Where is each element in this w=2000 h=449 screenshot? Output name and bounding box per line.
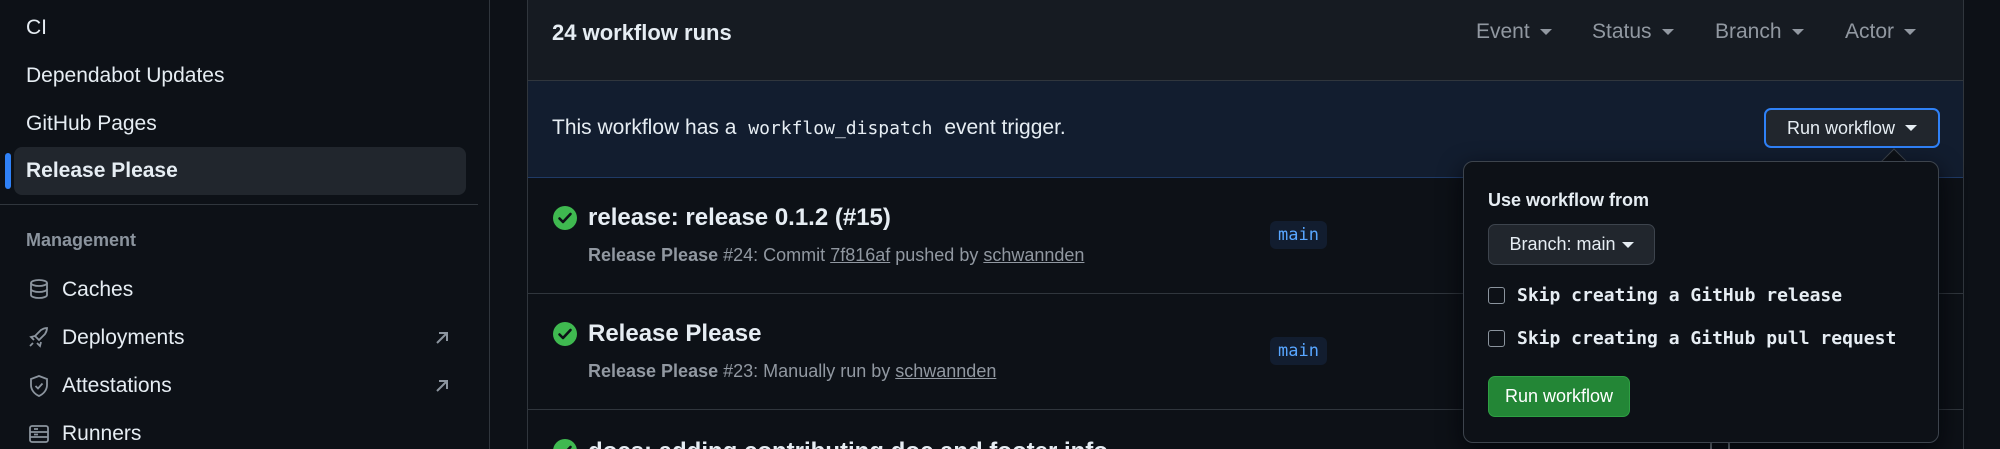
- sidebar-item-attestations[interactable]: Attestations: [14, 362, 466, 410]
- active-indicator: [5, 153, 11, 189]
- sidebar-item-deployments[interactable]: Deployments: [14, 314, 466, 362]
- sidebar-heading-management: Management: [26, 230, 137, 250]
- sidebar-item-github-pages[interactable]: GitHub Pages: [14, 100, 466, 148]
- skip-release-option[interactable]: Skip creating a GitHub release: [1488, 285, 1842, 306]
- skip-pr-option[interactable]: Skip creating a GitHub pull request: [1488, 328, 1896, 349]
- chevron-down-icon: [1791, 29, 1804, 35]
- branch-tag[interactable]: main: [1270, 221, 1327, 249]
- run-meta-text: pushed by: [895, 245, 979, 265]
- external-link-icon: [432, 328, 452, 348]
- filter-branch[interactable]: Branch: [1715, 20, 1804, 44]
- filter-status[interactable]: Status: [1592, 20, 1674, 44]
- sidebar-item-caches[interactable]: Caches: [14, 266, 466, 314]
- database-icon: [26, 277, 52, 303]
- run-meta: Release Please #23: Manually run by schw…: [588, 361, 996, 382]
- skip-release-checkbox[interactable]: [1488, 287, 1505, 304]
- checkbox-label: Skip creating a GitHub pull request: [1517, 328, 1897, 349]
- sidebar-item-runners[interactable]: Runners: [14, 410, 466, 449]
- sidebar-item-label: Attestations: [62, 374, 172, 397]
- dispatch-text: This workflow has a workflow_dispatch ev…: [552, 116, 1066, 140]
- dispatch-text-after: event trigger.: [944, 116, 1066, 139]
- sidebar-item-label: Release Please: [26, 159, 178, 182]
- chevron-down-icon: [1904, 29, 1917, 35]
- user-link[interactable]: schwannden: [983, 245, 1084, 265]
- filter-label: Actor: [1845, 20, 1895, 43]
- runs-count: 24 workflow runs: [552, 20, 732, 45]
- skip-pr-checkbox[interactable]: [1488, 330, 1505, 347]
- runs-header: 24 workflow runs Event Status Branch Act…: [528, 0, 1963, 81]
- success-check-icon: [552, 438, 578, 449]
- filter-event[interactable]: Event: [1476, 20, 1552, 44]
- sidebar-item-label: Caches: [62, 278, 134, 301]
- run-meta: Release Please #24: Commit 7f816af pushe…: [588, 245, 1084, 266]
- checkbox-label: Skip creating a GitHub release: [1517, 285, 1843, 306]
- chevron-down-icon: [1621, 241, 1634, 248]
- sidebar-divider: [0, 204, 478, 205]
- run-workflow-name: Release Please: [588, 245, 719, 265]
- run-workflow-label: Run workflow: [1786, 117, 1896, 138]
- chevron-down-icon: [1905, 125, 1918, 131]
- branch-select[interactable]: Branch: main: [1488, 224, 1655, 265]
- run-meta-text: : Manually run by: [753, 361, 891, 381]
- run-title[interactable]: Release Please: [588, 320, 761, 348]
- branch-select-label: Branch: main: [1509, 234, 1616, 254]
- server-icon: [26, 421, 52, 447]
- sidebar-item-label: Runners: [62, 422, 142, 445]
- sidebar-item-label: GitHub Pages: [26, 112, 157, 135]
- chevron-down-icon: [1539, 29, 1552, 35]
- run-meta-text: : Commit: [753, 245, 826, 265]
- sidebar: CI Dependabot Updates GitHub Pages Relea…: [0, 0, 490, 449]
- commit-link[interactable]: 7f816af: [830, 245, 890, 265]
- sidebar-item-dependabot-updates[interactable]: Dependabot Updates: [14, 52, 466, 100]
- run-workflow-name: Release Please: [588, 361, 719, 381]
- run-title[interactable]: docs: adding contributing doc and footer…: [588, 438, 1108, 449]
- dispatch-text-before: This workflow has a: [552, 116, 737, 139]
- rocket-icon: [26, 325, 52, 351]
- sidebar-item-release-please[interactable]: Release Please: [14, 147, 466, 195]
- sidebar-item-label: Dependabot Updates: [26, 64, 225, 87]
- popover-heading: Use workflow from: [1488, 190, 1650, 210]
- run-title[interactable]: release: release 0.1.2 (#15): [588, 204, 891, 232]
- user-link[interactable]: schwannden: [895, 361, 996, 381]
- shield-check-icon: [26, 373, 52, 399]
- filter-label: Event: [1476, 20, 1530, 43]
- filter-label: Branch: [1715, 20, 1782, 43]
- sidebar-item-ci[interactable]: CI: [14, 4, 466, 52]
- run-workflow-popover: Use workflow from Branch: main Skip crea…: [1463, 161, 1939, 443]
- branch-tag[interactable]: main: [1270, 337, 1327, 365]
- success-check-icon: [552, 205, 578, 231]
- success-check-icon: [552, 321, 578, 347]
- run-number: #23: [723, 361, 754, 381]
- run-workflow-dropdown-button[interactable]: Run workflow: [1764, 108, 1940, 148]
- sidebar-item-label: CI: [26, 16, 47, 39]
- filter-actor[interactable]: Actor: [1845, 20, 1917, 44]
- chevron-down-icon: [1661, 29, 1674, 35]
- dispatch-code: workflow_dispatch: [748, 118, 933, 139]
- filter-label: Status: [1592, 20, 1652, 43]
- sidebar-item-label: Deployments: [62, 326, 185, 349]
- run-number: #24: [723, 245, 754, 265]
- external-link-icon: [432, 376, 452, 396]
- run-workflow-submit-button[interactable]: Run workflow: [1488, 376, 1630, 417]
